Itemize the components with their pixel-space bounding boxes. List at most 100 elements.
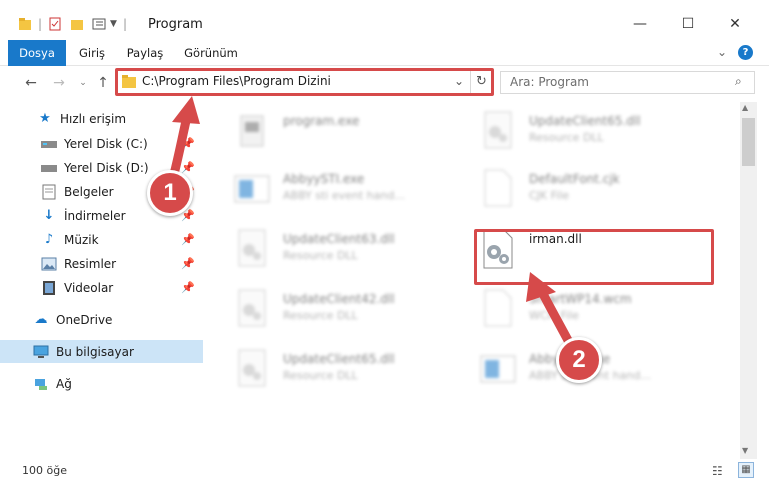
download-icon: ↓ — [43, 208, 55, 223]
tab-home[interactable]: Giriş — [72, 40, 112, 66]
address-highlight-box — [115, 68, 494, 96]
close-icon[interactable]: ✕ — [725, 14, 745, 34]
scroll-up-icon[interactable]: ▲ — [742, 103, 748, 112]
sidebar-item-label: Bu bilgisayar — [56, 344, 134, 359]
expand-ribbon-icon[interactable]: ⌄ — [717, 45, 727, 59]
scrollbar-thumb[interactable] — [742, 118, 755, 166]
file-description: CJK File — [529, 189, 570, 202]
pin-icon[interactable]: 📌 — [181, 137, 195, 150]
file-name: UpdateClient65.dll — [283, 352, 395, 366]
tab-share[interactable]: Paylaş — [122, 40, 168, 66]
file-name: UpdateClient65.dll — [529, 114, 641, 128]
file-description: WCM File — [529, 309, 579, 322]
sidebar-item-quick-access[interactable]: ★ Hızlı erişim — [0, 107, 205, 130]
sidebar-item-label: Müzik — [64, 232, 99, 247]
file-name: program.exe — [283, 114, 360, 128]
customize-dropdown-icon[interactable]: ▼ — [110, 19, 117, 29]
dll-gear-icon — [238, 349, 266, 387]
generic-file-icon — [484, 289, 512, 327]
properties-icon[interactable] — [48, 17, 62, 31]
scroll-down-icon[interactable]: ▼ — [742, 446, 748, 455]
file-description: Resource DLL — [283, 309, 358, 322]
sidebar-item-label: Resimler — [64, 256, 117, 271]
drive-icon — [40, 160, 58, 176]
file-item[interactable]: DefaultFont.cjk CJK File — [479, 164, 714, 216]
view-options-icon[interactable] — [92, 17, 108, 31]
computer-icon — [32, 344, 50, 360]
file-item[interactable]: AbbyySTI.exe ABBY sti event hand... — [233, 164, 468, 216]
minimize-icon[interactable]: — — [630, 14, 650, 34]
recent-locations-icon[interactable]: ⌄ — [74, 75, 92, 91]
status-item-count: 100 öğe — [22, 464, 67, 477]
file-name: DefaultFont.cjk — [529, 172, 620, 186]
sidebar-item-videos[interactable]: Videolar 📌 — [0, 276, 205, 299]
file-item[interactable]: UpdateClient65.dll Resource DLL — [479, 106, 714, 158]
pictures-icon — [40, 256, 58, 272]
sidebar-item-label: Hızlı erişim — [60, 111, 127, 126]
pin-icon[interactable]: 📌 — [181, 161, 195, 174]
file-name: SmartWP14.wcm — [529, 292, 632, 306]
dll-gear-icon — [238, 229, 266, 267]
file-description: Resource DLL — [283, 369, 358, 382]
generic-file-icon — [484, 169, 512, 207]
sidebar-item-label: Yerel Disk (D:) — [64, 160, 149, 175]
videos-icon — [40, 280, 58, 296]
details-view-icon[interactable]: ☷ — [712, 464, 723, 478]
dll-gear-icon — [238, 289, 266, 327]
search-icon[interactable]: ⌕ — [735, 74, 742, 89]
pin-icon[interactable]: 📌 — [181, 233, 195, 246]
tab-view[interactable]: Görünüm — [180, 40, 242, 66]
sidebar-item-pictures[interactable]: Resimler 📌 — [0, 252, 205, 275]
up-arrow-icon[interactable]: ↑ — [94, 75, 112, 91]
pin-icon[interactable]: 📌 — [181, 281, 195, 294]
file-name: UpdateClient42.dll — [283, 292, 395, 306]
navigation-pane: ★ Hızlı erişim Yerel Disk (C:) 📌 Yerel D… — [0, 102, 205, 459]
application-icon — [234, 175, 270, 203]
cloud-icon: ☁ — [34, 312, 48, 327]
file-name: UpdateClient63.dll — [283, 232, 395, 246]
quick-access-toolbar: | ▼ | — [18, 14, 133, 34]
help-icon[interactable]: ? — [738, 45, 753, 60]
search-placeholder: Ara: Program — [510, 75, 589, 89]
sidebar-item-network[interactable]: Ağ — [0, 372, 205, 395]
file-item[interactable]: UpdateClient42.dll Resource DLL — [233, 284, 468, 336]
sidebar-item-label: Belgeler — [64, 184, 114, 199]
exe-icon — [240, 115, 264, 147]
step-2-badge: 2 — [556, 337, 602, 383]
window-title: Program — [148, 17, 203, 32]
file-description: Resource DLL — [529, 131, 604, 144]
music-icon: ♪ — [44, 232, 54, 247]
tiles-view-icon[interactable]: ▦ — [738, 462, 754, 478]
new-folder-icon[interactable] — [70, 17, 86, 31]
folder-icon[interactable] — [18, 17, 32, 31]
file-item[interactable]: program.exe — [233, 106, 468, 158]
star-icon: ★ — [39, 111, 51, 126]
tab-file[interactable]: Dosya — [8, 40, 66, 66]
sidebar-item-label: İndirmeler — [64, 208, 126, 223]
file-item[interactable]: UpdateClient63.dll Resource DLL — [233, 224, 468, 276]
sidebar-item-this-pc[interactable]: Bu bilgisayar — [0, 340, 203, 363]
file-highlight-box — [474, 229, 714, 285]
file-description: ABBY sti event hand... — [283, 189, 405, 202]
sidebar-item-local-disk-c[interactable]: Yerel Disk (C:) 📌 — [0, 132, 205, 155]
network-icon — [32, 376, 50, 392]
sidebar-item-label: Ağ — [56, 376, 72, 391]
sidebar-item-label: Videolar — [64, 280, 114, 295]
maximize-icon[interactable]: ☐ — [678, 14, 698, 34]
file-item[interactable]: UpdateClient65.dll Resource DLL — [233, 344, 468, 396]
file-item[interactable]: SmartWP14.wcm WCM File — [479, 284, 714, 336]
forward-arrow-icon[interactable]: → — [50, 75, 68, 91]
back-arrow-icon[interactable]: ← — [22, 75, 40, 91]
drive-icon — [40, 136, 58, 152]
application-icon — [480, 355, 516, 383]
file-description: Resource DLL — [283, 249, 358, 262]
documents-icon — [40, 184, 58, 200]
step-1-badge: 1 — [147, 170, 193, 216]
sidebar-item-onedrive[interactable]: ☁ OneDrive — [0, 308, 205, 331]
ribbon-tabs: Dosya Giriş Paylaş Görünüm ⌄ ? — [0, 40, 769, 66]
sidebar-item-label: OneDrive — [56, 312, 113, 327]
dll-gear-icon — [484, 111, 512, 149]
sidebar-item-music[interactable]: ♪ Müzik 📌 — [0, 228, 205, 251]
file-name: AbbyySTI.exe — [283, 172, 365, 186]
pin-icon[interactable]: 📌 — [181, 257, 195, 270]
